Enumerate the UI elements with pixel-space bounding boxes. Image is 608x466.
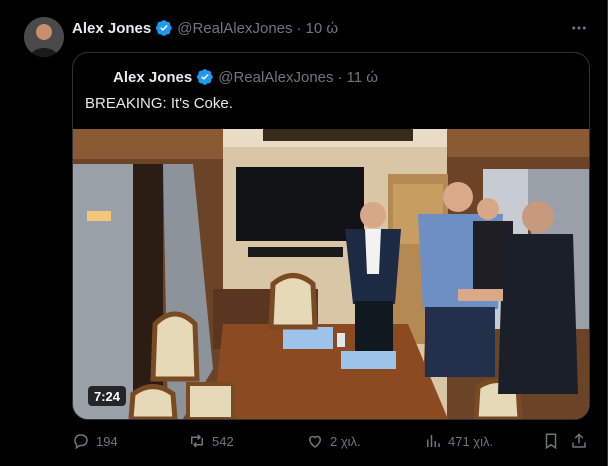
video-player[interactable]	[73, 129, 589, 419]
quoted-tweet-text: BREAKING: It's Coke.	[85, 95, 233, 112]
reply-icon	[74, 434, 88, 450]
header-separator: ·	[296, 19, 302, 37]
share-button[interactable]	[570, 430, 588, 452]
video-frame	[73, 129, 589, 419]
like-count: 2 χιλ.	[330, 433, 361, 449]
quoted-tweet-card[interactable]: Alex Jones @RealAlexJones · 11 ώ BREAKIN…	[72, 52, 590, 420]
tweet-header: Alex Jones @RealAlexJones · 10 ώ	[72, 18, 338, 38]
quoted-author-handle: @RealAlexJones	[218, 68, 334, 86]
author-handle[interactable]: @RealAlexJones	[177, 20, 292, 37]
video-duration-badge: 7:24	[88, 386, 127, 406]
like-button[interactable]: 2 χιλ.	[306, 430, 361, 452]
quoted-tweet-header: Alex Jones @RealAlexJones · 11 ώ	[113, 67, 378, 87]
bookmark-icon	[545, 433, 557, 450]
tweet-container[interactable]: Alex Jones @RealAlexJones · 10 ώ Alex Jo…	[0, 0, 608, 466]
more-horizontal-icon[interactable]	[568, 17, 590, 39]
quoted-tweet-time: 11 ώ	[346, 68, 378, 86]
repost-button[interactable]: 542	[188, 430, 234, 452]
repost-count: 542	[212, 433, 234, 449]
quoted-header-separator: ·	[337, 68, 343, 86]
avatar-image	[24, 17, 64, 57]
author-name[interactable]: Alex Jones	[72, 20, 151, 37]
verified-badge-icon	[155, 19, 173, 37]
reply-count: 194	[96, 433, 118, 449]
author-avatar[interactable]	[24, 17, 64, 57]
views-button[interactable]: 471 χιλ.	[424, 430, 493, 452]
quoted-author-name: Alex Jones	[113, 68, 193, 86]
repost-icon	[191, 434, 203, 448]
heart-icon	[308, 435, 322, 448]
bookmark-button[interactable]	[542, 430, 560, 452]
verified-badge-icon	[196, 68, 214, 86]
views-count: 471 χιλ.	[448, 433, 494, 449]
share-icon	[572, 433, 586, 448]
action-bar: 194 542 2 χιλ. 471 χιλ.	[72, 430, 590, 452]
reply-button[interactable]: 194	[72, 430, 118, 452]
tweet-time[interactable]: 10 ώ	[306, 20, 339, 37]
views-chart-icon	[427, 435, 440, 447]
